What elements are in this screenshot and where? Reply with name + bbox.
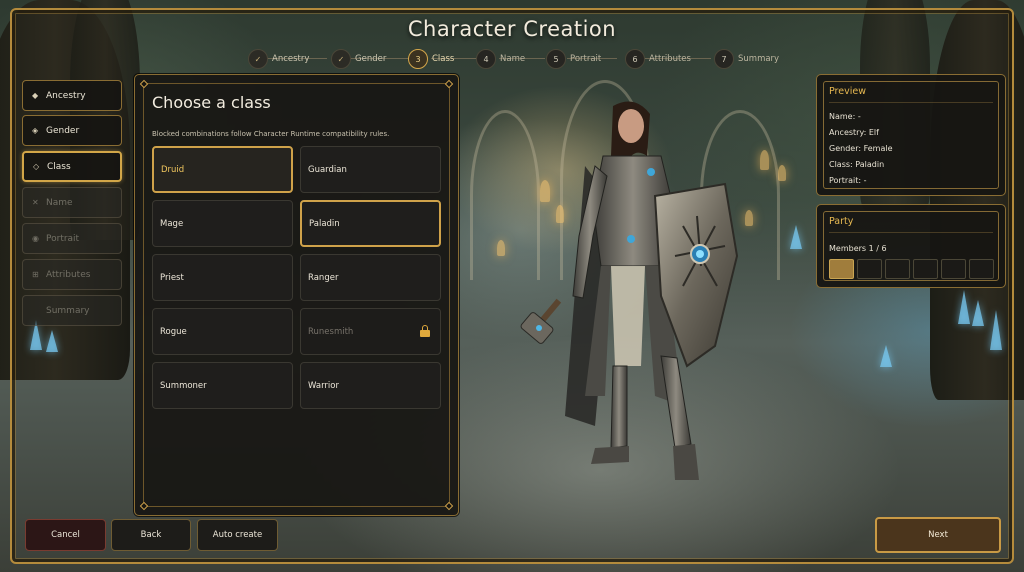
party-title: Party bbox=[829, 216, 854, 227]
sidebar-item-label: Attributes bbox=[46, 269, 91, 280]
diamond-icon: ◆ bbox=[32, 91, 39, 100]
step-gender[interactable]: ✓ Gender bbox=[331, 48, 386, 70]
sidebar-item-gender[interactable]: ◈ Gender bbox=[22, 115, 122, 146]
sidebar-item-summary: Summary bbox=[22, 295, 122, 326]
step-label: Portrait bbox=[570, 54, 602, 64]
class-label: Mage bbox=[160, 218, 184, 229]
auto-create-button[interactable]: Auto create bbox=[197, 519, 278, 551]
sidebar-item-label: Portrait bbox=[46, 233, 80, 244]
sidebar-item-attributes: ⊞ Attributes bbox=[22, 259, 122, 290]
next-button[interactable]: Next bbox=[875, 517, 1001, 553]
step-name[interactable]: 4 Name bbox=[476, 48, 525, 70]
step-number: 7 bbox=[714, 49, 734, 69]
cancel-button[interactable]: Cancel bbox=[25, 519, 106, 551]
screen-title: Character Creation bbox=[407, 17, 617, 41]
step-label: Gender bbox=[355, 54, 387, 64]
class-icon: ◇ bbox=[33, 162, 40, 171]
class-option-guardian[interactable]: Guardian bbox=[300, 146, 441, 193]
class-option-mage[interactable]: Mage bbox=[152, 200, 293, 247]
preview-portrait: Portrait: - bbox=[829, 176, 867, 185]
sidebar-item-portrait: ◉ Portrait bbox=[22, 223, 122, 254]
panel-title: Choose a class bbox=[152, 93, 271, 112]
panel-subtitle: Blocked combinations follow Character Ru… bbox=[152, 130, 390, 138]
step-ancestry[interactable]: ✓ Ancestry bbox=[248, 48, 309, 70]
preview-class: Class: Paladin bbox=[829, 160, 885, 169]
class-label: Warrior bbox=[308, 380, 339, 391]
class-option-summoner[interactable]: Summoner bbox=[152, 362, 293, 409]
party-slot[interactable] bbox=[969, 259, 994, 279]
step-number: 4 bbox=[476, 49, 496, 69]
class-option-druid[interactable]: Druid bbox=[152, 146, 293, 193]
class-label: Runesmith bbox=[308, 326, 354, 337]
step-portrait[interactable]: 5 Portrait bbox=[546, 48, 601, 70]
step-label: Ancestry bbox=[272, 54, 310, 64]
party-slot[interactable] bbox=[885, 259, 910, 279]
step-summary[interactable]: 7 Summary bbox=[714, 48, 779, 70]
class-label: Priest bbox=[160, 272, 184, 283]
preview-title: Preview bbox=[829, 86, 866, 97]
game-scene: Character Creation ✓ Ancestry ✓ Gender 3… bbox=[0, 0, 1024, 572]
sidebar-item-label: Class bbox=[47, 161, 71, 172]
preview-ancestry: Ancestry: Elf bbox=[829, 128, 879, 137]
sidebar-item-label: Gender bbox=[46, 125, 80, 136]
step-label: Summary bbox=[738, 54, 780, 64]
class-option-priest[interactable]: Priest bbox=[152, 254, 293, 301]
sidebar-item-label: Name bbox=[46, 197, 73, 208]
step-number: 3 bbox=[408, 49, 428, 69]
party-members-count: Members 1 / 6 bbox=[829, 244, 887, 253]
party-panel: Party Members 1 / 6 bbox=[816, 204, 1006, 288]
step-label: Name bbox=[500, 54, 526, 64]
preview-name: Name: - bbox=[829, 112, 861, 121]
party-slot[interactable] bbox=[829, 259, 854, 279]
step-number: 6 bbox=[625, 49, 645, 69]
portrait-icon: ◉ bbox=[32, 234, 39, 243]
lock-icon bbox=[420, 325, 430, 337]
sidebar-item-label: Ancestry bbox=[46, 90, 86, 101]
character-model bbox=[520, 101, 739, 480]
class-label: Summoner bbox=[160, 380, 207, 391]
preview-panel: Preview Name: - Ancestry: Elf Gender: Fe… bbox=[816, 74, 1006, 196]
class-label: Rogue bbox=[160, 326, 187, 337]
attributes-icon: ⊞ bbox=[32, 270, 39, 279]
step-class[interactable]: 3 Class bbox=[408, 48, 454, 70]
step-number: ✓ bbox=[331, 49, 351, 69]
step-attributes[interactable]: 6 Attributes bbox=[625, 48, 691, 70]
class-option-warrior[interactable]: Warrior bbox=[300, 362, 441, 409]
step-label: Class bbox=[432, 54, 455, 64]
party-slot[interactable] bbox=[941, 259, 966, 279]
class-label: Guardian bbox=[308, 164, 347, 175]
name-icon: ✕ bbox=[32, 198, 39, 207]
party-slot[interactable] bbox=[913, 259, 938, 279]
party-slot[interactable] bbox=[857, 259, 882, 279]
class-option-ranger[interactable]: Ranger bbox=[300, 254, 441, 301]
sidebar-item-ancestry[interactable]: ◆ Ancestry bbox=[22, 80, 122, 111]
sidebar-item-class[interactable]: ◇ Class bbox=[22, 151, 122, 182]
sidebar-item-name: ✕ Name bbox=[22, 187, 122, 218]
class-option-runesmith: Runesmith bbox=[300, 308, 441, 355]
sidebar-item-label: Summary bbox=[46, 305, 90, 316]
preview-gender: Gender: Female bbox=[829, 144, 893, 153]
class-option-paladin[interactable]: Paladin bbox=[300, 200, 441, 247]
gender-icon: ◈ bbox=[32, 126, 39, 135]
class-label: Druid bbox=[161, 164, 185, 175]
back-button[interactable]: Back bbox=[111, 519, 191, 551]
class-selection-panel: Choose a class Blocked combinations foll… bbox=[134, 74, 459, 516]
step-number: 5 bbox=[546, 49, 566, 69]
class-label: Paladin bbox=[309, 218, 340, 229]
step-label: Attributes bbox=[649, 54, 691, 64]
class-label: Ranger bbox=[308, 272, 339, 283]
class-option-rogue[interactable]: Rogue bbox=[152, 308, 293, 355]
step-number: ✓ bbox=[248, 49, 268, 69]
